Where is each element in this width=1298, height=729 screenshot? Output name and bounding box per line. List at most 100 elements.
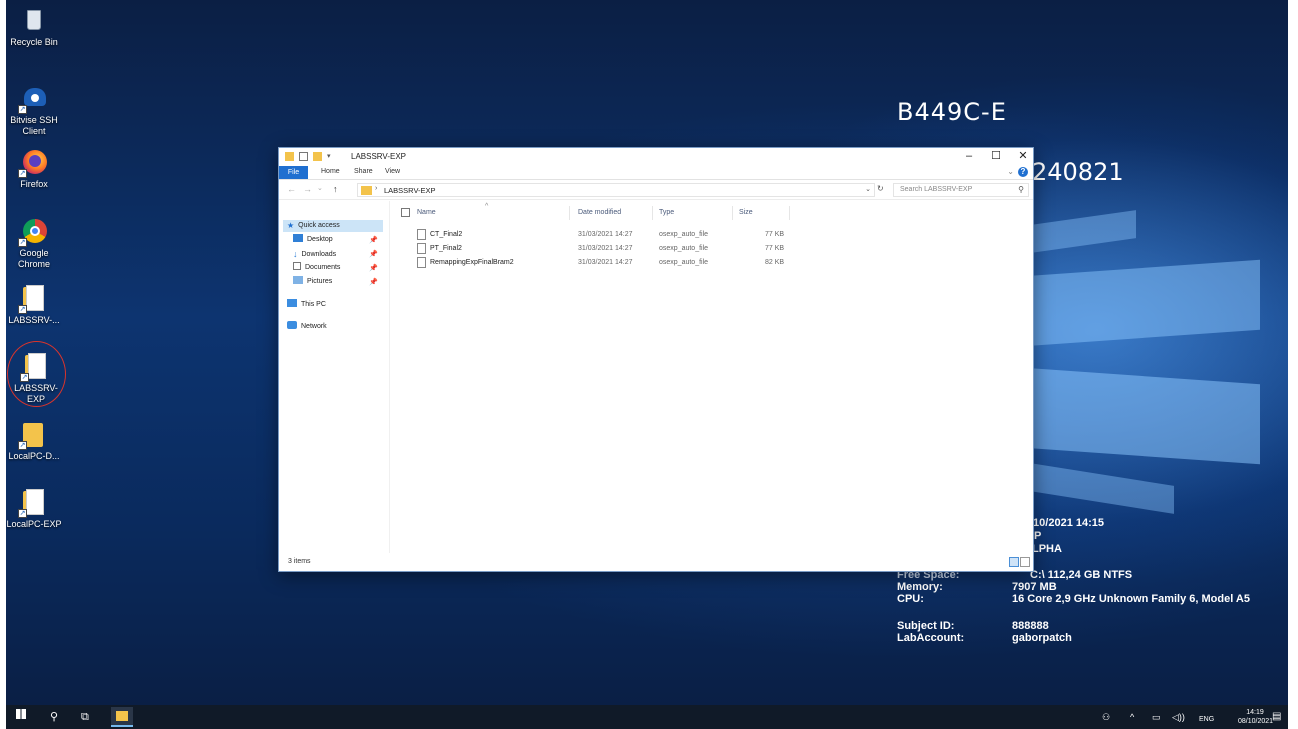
folder-icon xyxy=(116,711,128,721)
start-button[interactable] xyxy=(14,709,28,723)
address-dropdown-icon[interactable]: ⌄ xyxy=(865,185,871,193)
sort-ascending-icon: ^ xyxy=(485,203,489,210)
large-icons-view-button[interactable] xyxy=(1020,557,1030,567)
desktop-icon-labssrv-1[interactable]: ↗ LABSSRV-... xyxy=(6,284,62,326)
file-size: 82 KB xyxy=(765,259,785,266)
downloads-icon: ↓ xyxy=(293,249,298,259)
network-icon xyxy=(287,321,297,329)
computer-icon xyxy=(287,299,297,307)
file-type: osexp_auto_file xyxy=(659,259,709,266)
column-header-type[interactable]: Type xyxy=(659,209,674,216)
new-folder-icon[interactable] xyxy=(313,152,322,161)
properties-icon[interactable] xyxy=(299,152,308,161)
shortcut-arrow-icon: ↗ xyxy=(18,169,27,178)
search-input[interactable]: Search LABSSRV-EXP ⚲ xyxy=(893,183,1029,197)
volume-icon[interactable]: ◁)) xyxy=(1172,710,1185,724)
file-row[interactable]: CT_Final2 31/03/2021 14:27 osexp_auto_fi… xyxy=(391,229,811,243)
desktop-icon-recycle-bin[interactable]: Recycle Bin xyxy=(6,6,62,48)
nav-item-pictures[interactable]: Pictures xyxy=(293,276,332,288)
memory-value: 7907 MB xyxy=(1012,581,1057,593)
minimize-button[interactable]: – xyxy=(955,149,983,164)
tab-home[interactable]: Home xyxy=(321,168,340,175)
search-icon: ⚲ xyxy=(1018,185,1024,194)
search-taskbar-icon[interactable]: ⚲ xyxy=(50,710,58,724)
select-all-checkbox[interactable] xyxy=(401,208,410,217)
tab-share[interactable]: Share xyxy=(354,168,373,175)
column-header-name[interactable]: Name xyxy=(417,209,436,216)
title-bar[interactable]: ▾ LABSSRV-EXP – ☐ ✕ xyxy=(279,148,1033,166)
desktop-icon-localpc-d[interactable]: ↗ LocalPC-D... xyxy=(6,420,62,462)
expand-ribbon-icon[interactable]: ⌄ xyxy=(1007,167,1014,176)
windows-logo-icon xyxy=(16,709,26,719)
nav-label: Desktop xyxy=(307,236,333,243)
subject-id-value: 888888 xyxy=(1012,620,1049,632)
up-button[interactable]: ↑ xyxy=(333,184,338,194)
help-icon[interactable]: ? xyxy=(1018,167,1028,177)
clock[interactable]: 14:19 08/10/2021 xyxy=(1238,708,1274,726)
desktop-icon-label: LocalPC-D... xyxy=(8,451,60,461)
people-icon[interactable]: ⚇ xyxy=(1102,710,1110,724)
customize-quick-access-icon[interactable]: ▾ xyxy=(327,152,336,161)
desktop-icon-localpc-exp[interactable]: ↗ LocalPC-EXP xyxy=(6,488,62,530)
nav-item-quick-access[interactable]: ★ Quick access xyxy=(283,220,383,232)
desktop-icon-firefox[interactable]: ↗ Firefox xyxy=(6,148,62,190)
taskbar-file-explorer[interactable] xyxy=(111,707,133,727)
address-path: LABSSRV-EXP xyxy=(384,186,436,195)
network-tray-icon[interactable]: ▭ xyxy=(1152,710,1161,724)
maximize-button[interactable]: ☐ xyxy=(982,149,1010,164)
nav-label: Network xyxy=(301,323,327,330)
desktop-icon-label: Bitvise SSH Client xyxy=(10,115,58,136)
address-bar[interactable]: › LABSSRV-EXP ⌄ xyxy=(357,183,875,197)
nav-label: Downloads xyxy=(301,251,337,258)
pictures-icon xyxy=(293,276,303,284)
file-icon xyxy=(417,243,426,254)
folder-shortcut-icon: ↗ xyxy=(18,284,48,314)
file-type: osexp_auto_file xyxy=(659,245,709,252)
back-button[interactable]: ← xyxy=(287,184,296,194)
input-language[interactable]: ENG xyxy=(1199,713,1214,727)
nav-item-documents[interactable]: Documents xyxy=(293,262,340,274)
notifications-icon[interactable]: ▤ xyxy=(1272,710,1281,724)
tab-file[interactable]: File xyxy=(279,166,308,179)
status-bar: 3 items xyxy=(279,553,1033,571)
navigation-pane: ★ Quick access Desktop 📌 ↓ Downloads 📌 Doc… xyxy=(279,201,390,553)
desktop-icon-chrome[interactable]: ↗ Google Chrome xyxy=(6,217,62,270)
desktop-icon-label: LABSSRV-... xyxy=(8,315,60,325)
documents-icon xyxy=(293,262,301,270)
file-explorer-window[interactable]: ▾ LABSSRV-EXP – ☐ ✕ File Home Share View… xyxy=(278,147,1034,572)
breadcrumb-separator-icon: › xyxy=(375,185,378,192)
file-list: Name ^ Date modified Type Size CT_Final2… xyxy=(391,201,1031,553)
details-view-button[interactable] xyxy=(1009,557,1019,567)
pin-icon: 📌 xyxy=(369,251,378,258)
file-date: 31/03/2021 14:27 xyxy=(578,231,633,238)
firefox-icon: ↗ xyxy=(18,148,48,178)
file-row[interactable]: RemappingExpFinalBram2 31/03/2021 14:27 … xyxy=(391,257,811,271)
shortcut-arrow-icon: ↗ xyxy=(18,238,27,247)
search-placeholder: Search LABSSRV-EXP xyxy=(900,186,973,193)
tab-view[interactable]: View xyxy=(385,168,400,175)
nav-item-this-pc[interactable]: This PC xyxy=(287,299,326,311)
memory-label: Memory: xyxy=(897,581,943,593)
file-row[interactable]: PT_Final2 31/03/2021 14:27 osexp_auto_fi… xyxy=(391,243,811,257)
recent-locations-icon[interactable]: ⌄ xyxy=(317,184,323,192)
show-hidden-icons-icon[interactable]: ^ xyxy=(1130,710,1134,724)
nav-item-network[interactable]: Network xyxy=(287,321,327,333)
task-view-icon[interactable]: ⧉ xyxy=(81,710,89,724)
nav-item-desktop[interactable]: Desktop xyxy=(293,234,333,246)
forward-button[interactable]: → xyxy=(303,184,312,194)
taskbar: ⚲ ⧉ ⚇ ^ ▭ ◁)) ENG 14:19 08/10/2021 ▤ xyxy=(6,705,1288,729)
column-header-size[interactable]: Size xyxy=(739,209,753,216)
desktop-icon-bitvise[interactable]: ↗ Bitvise SSH Client xyxy=(6,84,62,137)
nav-item-downloads[interactable]: ↓ Downloads xyxy=(293,248,336,260)
info-line-pha: LPHA xyxy=(1032,543,1062,555)
column-header-date-modified[interactable]: Date modified xyxy=(578,209,621,216)
file-icon xyxy=(417,257,426,268)
desktop-icon-label: Recycle Bin xyxy=(10,37,58,47)
file-date: 31/03/2021 14:27 xyxy=(578,245,633,252)
clock-date: 08/10/2021 xyxy=(1238,718,1274,725)
file-date: 31/03/2021 14:27 xyxy=(578,259,633,266)
refresh-button[interactable]: ↻ xyxy=(877,184,884,193)
desktop-screen: Recycle Bin ↗ Bitvise SSH Client ↗ Firef… xyxy=(6,0,1288,729)
file-name: CT_Final2 xyxy=(430,231,463,238)
close-button[interactable]: ✕ xyxy=(1009,149,1037,164)
